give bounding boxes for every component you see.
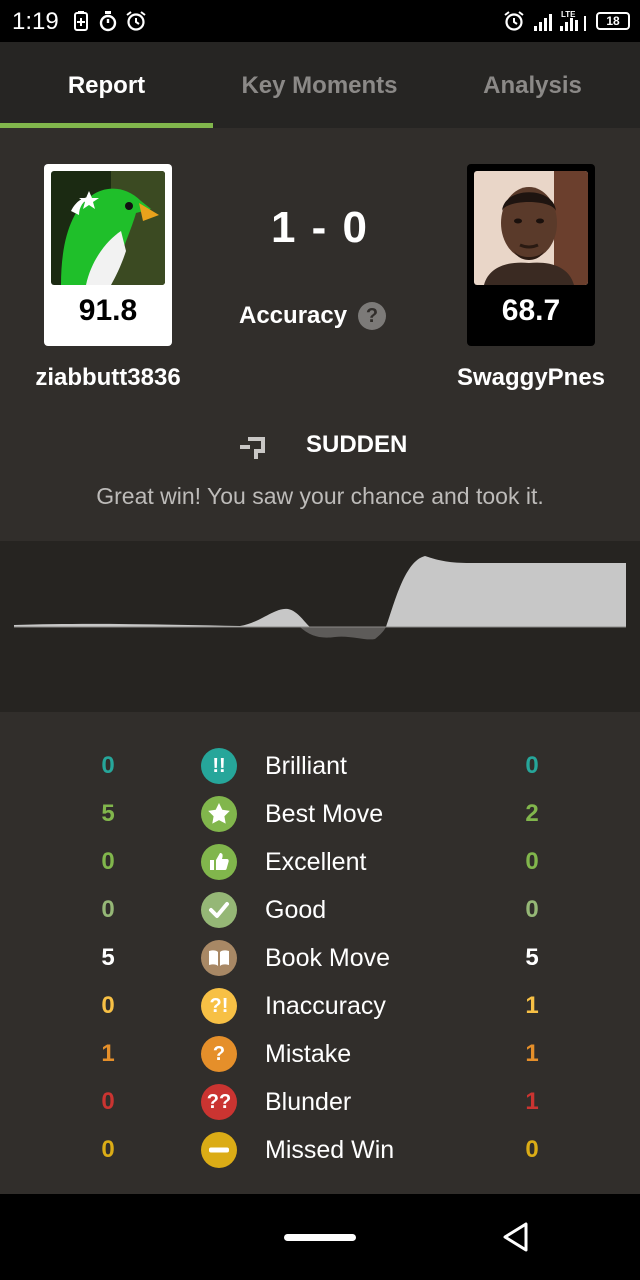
black-count: 1 xyxy=(525,1088,539,1115)
alarm-icon xyxy=(125,10,147,32)
classification-label: Blunder xyxy=(265,1088,352,1116)
white-player-card[interactable]: 91.8 xyxy=(44,164,172,346)
stat-row-excellent[interactable]: 0 Excellent 0 xyxy=(0,838,640,886)
lte-label: LTE xyxy=(561,10,576,19)
mistake-icon: ? xyxy=(201,1036,237,1072)
classification-label: Inaccuracy xyxy=(265,992,386,1020)
black-player-avatar xyxy=(474,171,588,285)
black-count: 1 xyxy=(525,992,539,1019)
classification-label: Best Move xyxy=(265,800,384,828)
move-classification-list: 0 !! Brilliant 0 5 Best Move 2 0 Excelle… xyxy=(0,712,640,1194)
tab-key-moments[interactable]: Key Moments xyxy=(213,42,426,128)
classification-label: Book Move xyxy=(265,944,391,972)
battery-level: 18 xyxy=(596,12,630,30)
stat-row-blunder[interactable]: 0 ?? Blunder 1 xyxy=(0,1078,640,1126)
classification-label: Good xyxy=(265,896,327,924)
time-control-icon xyxy=(238,431,270,463)
black-count: 0 xyxy=(525,1136,539,1163)
black-count: 5 xyxy=(525,944,539,971)
tab-bar: Report Key Moments Analysis xyxy=(0,42,640,128)
book-icon xyxy=(201,940,237,976)
white-count: 0 xyxy=(101,752,115,779)
classification-label: Mistake xyxy=(265,1040,352,1068)
stopwatch-icon xyxy=(97,10,119,32)
black-count: 1 xyxy=(525,1040,539,1067)
status-bar: 1:19 LTE 18 xyxy=(0,0,640,42)
star-icon xyxy=(201,796,237,832)
black-player-card[interactable]: 68.7 xyxy=(467,164,595,346)
accuracy-label: Accuracy xyxy=(239,302,348,329)
inaccuracy-icon: ?! xyxy=(201,988,237,1024)
thumbs-up-icon xyxy=(201,844,237,880)
back-icon[interactable] xyxy=(500,1220,534,1254)
stat-row-good[interactable]: 0 Good 0 xyxy=(0,886,640,934)
evaluation-curve xyxy=(14,556,626,627)
battery-saver-icon xyxy=(70,10,92,32)
status-time: 1:19 xyxy=(12,8,59,35)
white-count: 0 xyxy=(101,992,115,1019)
stat-row-best-move[interactable]: 5 Best Move 2 xyxy=(0,790,640,838)
white-count: 5 xyxy=(101,944,115,971)
white-count: 0 xyxy=(101,896,115,923)
tab-analysis[interactable]: Analysis xyxy=(426,42,639,128)
help-icon[interactable]: ? xyxy=(358,302,386,330)
white-count: 0 xyxy=(101,848,115,875)
stat-row-brilliant[interactable]: 0 !! Brilliant 0 xyxy=(0,742,640,790)
white-count: 0 xyxy=(101,1088,115,1115)
brilliant-icon: !! xyxy=(201,748,237,784)
tab-report[interactable]: Report xyxy=(0,42,213,128)
classification-label: Brilliant xyxy=(265,752,347,780)
black-count: 0 xyxy=(525,848,539,875)
check-icon xyxy=(201,892,237,928)
black-count: 2 xyxy=(525,800,539,827)
time-control-label: SUDDEN xyxy=(306,431,408,458)
classification-label: Excellent xyxy=(265,848,367,876)
missed-win-icon xyxy=(201,1132,237,1168)
stat-row-inaccuracy[interactable]: 0 ?! Inaccuracy 1 xyxy=(0,982,640,1030)
white-count: 0 xyxy=(101,1136,115,1163)
alarm-icon xyxy=(503,10,525,32)
stat-row-missed-win[interactable]: 0 Missed Win 0 xyxy=(0,1126,640,1174)
white-accuracy: 91.8 xyxy=(78,294,138,327)
white-count: 1 xyxy=(101,1040,115,1067)
classification-label: Missed Win xyxy=(265,1136,395,1164)
signal-icon: LTE xyxy=(534,10,592,32)
black-count: 0 xyxy=(525,752,539,779)
white-count: 5 xyxy=(101,800,115,827)
black-accuracy: 68.7 xyxy=(501,294,561,327)
black-player-name[interactable]: SwaggyPnes xyxy=(421,364,640,392)
evaluation-dip xyxy=(300,627,386,640)
game-report: 91.8 68.7 ziabbutt3836 SwaggyPnes 1 - 0 … xyxy=(0,128,640,541)
evaluation-graph[interactable] xyxy=(0,541,640,712)
game-score: 1 - 0 xyxy=(270,203,370,252)
black-count: 0 xyxy=(525,896,539,923)
home-button[interactable] xyxy=(284,1234,356,1241)
stat-row-mistake[interactable]: 1 ? Mistake 1 xyxy=(0,1030,640,1078)
blunder-icon: ?? xyxy=(201,1084,237,1120)
white-player-name[interactable]: ziabbutt3836 xyxy=(0,364,218,392)
white-player-avatar xyxy=(51,171,165,285)
stat-row-book-move[interactable]: 5 Book Move 5 xyxy=(0,934,640,982)
game-summary: Great win! You saw your chance and took … xyxy=(96,483,544,509)
system-nav-bar xyxy=(0,1194,640,1280)
